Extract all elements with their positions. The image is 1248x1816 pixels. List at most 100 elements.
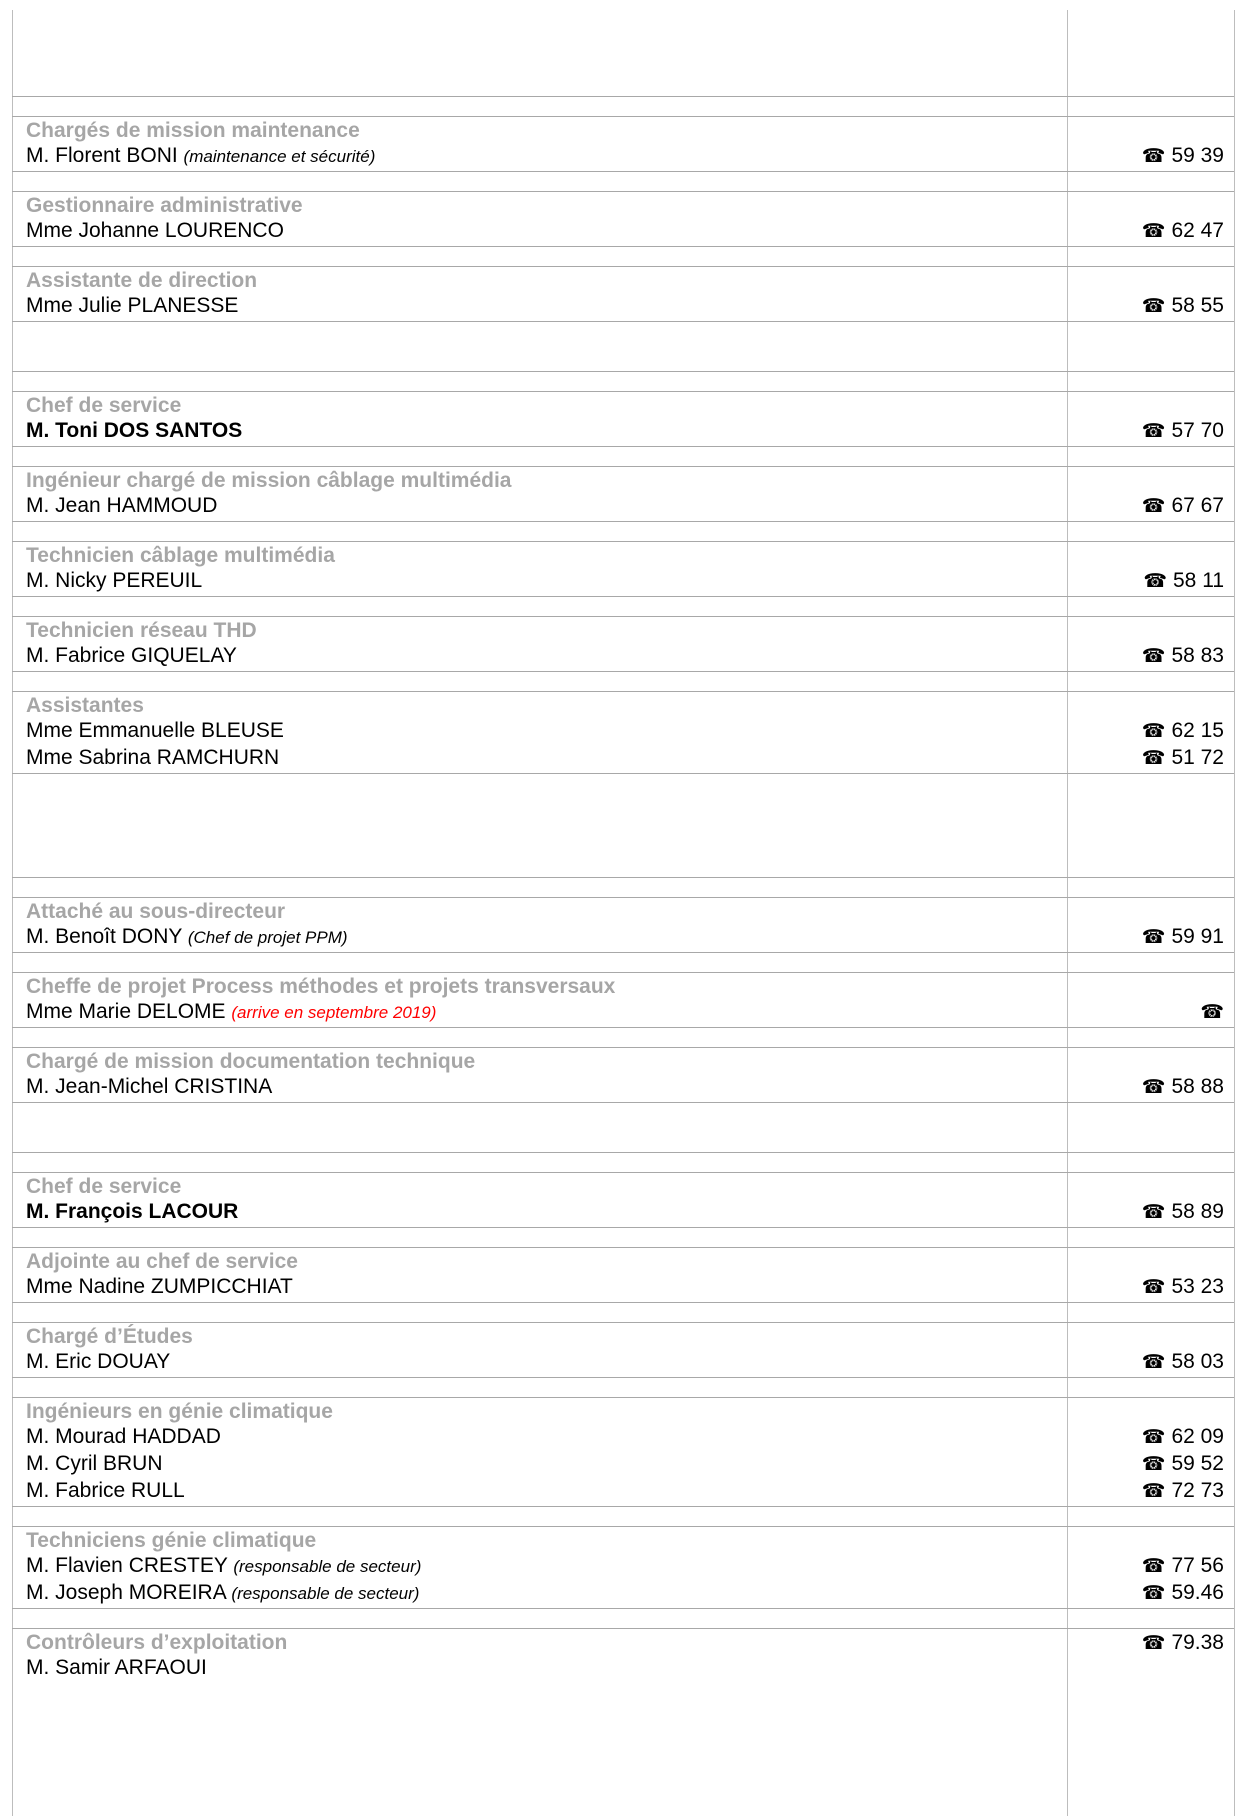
person-name: Mme Johanne LOURENCO [26,219,284,242]
telephone-icon: ☎ [1141,927,1166,948]
phone-extension[interactable]: ☎ 72 73 [1142,1477,1224,1506]
staff-entry: Chef de service M. François LACOUR ☎ 58 89 [12,1172,1234,1227]
person-name: Mme Julie PLANESSE [26,294,239,317]
staff-entry: Chef de service M. Toni DOS SANTOS ☎ 57 70 [12,391,1234,446]
phone-extension[interactable]: ☎ 58 11 [1143,567,1224,596]
phone-extension[interactable]: ☎ 58 03 [1142,1348,1224,1377]
person-name-line: Mme Emmanuelle BLEUSE [26,717,284,745]
staff-entry: Adjointe au chef de service Mme Nadine ZU… [12,1247,1234,1302]
phone-number[interactable]: 79.38 [1171,1631,1224,1654]
spacer-row [12,1227,1234,1247]
phone-number[interactable]: 58 55 [1171,294,1224,317]
phone-extension[interactable]: ☎ 58 88 [1142,1073,1224,1102]
phone-extension[interactable]: ☎ 58 83 [1142,642,1224,671]
spacer-row [12,246,1234,266]
phone-number[interactable]: 58 11 [1173,569,1224,592]
person-name: M. Nicky PEREUIL [26,569,203,592]
person-name: Mme Marie DELOME [26,1000,226,1023]
telephone-icon: ☎ [1141,1454,1166,1475]
role-label: Cheffe de projet Process méthodes et pro… [26,975,616,998]
phone-extension[interactable]: ☎ 59.46 [1142,1579,1224,1608]
phone-number[interactable]: 58 03 [1171,1350,1224,1373]
phone-number[interactable]: 58 88 [1171,1075,1224,1098]
role-label: Chargé d’Études [26,1325,193,1348]
spacer-row [12,1152,1234,1172]
phone-extension[interactable]: ☎ 59 52 [1142,1450,1224,1479]
person-note: (Chef de projet PPM) [187,928,348,947]
phone-extension[interactable]: ☎ 59 91 [1142,923,1224,952]
phone-extension[interactable]: ☎ 62 47 [1142,217,1224,246]
person-name-line: Mme Johanne LOURENCO [26,217,284,245]
person-name: M. Flavien CRESTEY [26,1554,228,1577]
spacer-row [12,1377,1234,1397]
telephone-icon: ☎ [1141,1427,1166,1448]
person-name: M. Eric DOUAY [26,1350,171,1373]
person-name-line: Mme Nadine ZUMPICCHIAT [26,1273,293,1301]
phone-extension[interactable]: ☎ 62 09 [1142,1423,1224,1452]
role-label: Techniciens génie climatique [26,1529,317,1552]
spacer-row [12,1027,1234,1047]
telephone-icon: ☎ [1141,421,1166,442]
telephone-icon: ☎ [1141,1633,1166,1654]
staff-entry: Chargé d’Études M. Eric DOUAY ☎ 58 03 [12,1322,1234,1377]
phone-extension[interactable]: ☎ 59 39 [1142,142,1224,171]
telephone-icon: ☎ [1141,1583,1166,1604]
person-name: M. Samir ARFAOUI [26,1656,207,1679]
role-label: Attaché au sous-directeur [26,900,286,923]
phone-extension[interactable]: ☎ 53 23 [1142,1273,1224,1302]
staff-entry: Ingénieurs en génie climatique M. Mourad … [12,1397,1234,1506]
telephone-icon: ☎ [1141,721,1166,742]
staff-entry: Chargé de mission documentation techniqu… [12,1047,1234,1102]
person-name: M. Florent BONI [26,144,178,167]
phone-number[interactable]: 59 39 [1171,144,1224,167]
person-note: (arrive en septembre 2019) [231,1003,437,1022]
phone-number[interactable]: 58 83 [1171,644,1224,667]
phone-number[interactable]: 57 70 [1171,419,1224,442]
phone-extension[interactable]: ☎ 51 72 [1142,744,1224,773]
phone-extension[interactable]: ☎ [1200,998,1224,1027]
person-name-line: M. Joseph MOREIRA (responsable de secteu… [26,1579,419,1608]
phone-number[interactable]: 72 73 [1171,1479,1224,1502]
role-label: Chef de service [26,1175,182,1198]
role-label: Chargé de mission documentation techniqu… [26,1050,476,1073]
phone-number[interactable]: 59.46 [1171,1581,1224,1604]
person-name: M. Fabrice GIQUELAY [26,644,237,667]
person-name: M. Jean HAMMOUD [26,494,218,517]
phone-extension[interactable]: ☎ 77 56 [1142,1552,1224,1581]
phone-number[interactable]: 58 89 [1171,1200,1224,1223]
role-label: Assistantes [26,694,144,717]
spacer-row [12,446,1234,466]
person-name: M. Benoît DONY [26,925,183,948]
telephone-icon: ☎ [1141,496,1166,517]
phone-number[interactable]: 77 56 [1171,1554,1224,1577]
phone-extension[interactable]: ☎ 79.38 [1142,1629,1224,1658]
phone-extension[interactable]: ☎ 67 67 [1142,492,1224,521]
telephone-icon: ☎ [1141,748,1166,769]
person-name: M. François LACOUR [26,1200,239,1223]
person-name: Mme Emmanuelle BLEUSE [26,719,284,742]
phone-number[interactable]: 62 09 [1171,1425,1224,1448]
telephone-icon: ☎ [1141,646,1166,667]
phone-extension[interactable]: ☎ 58 89 [1142,1198,1224,1227]
staff-entry: Chargés de mission maintenance M. Florent… [12,116,1234,171]
column-divider [1234,10,1235,1816]
role-label: Ingénieurs en génie climatique [26,1400,333,1423]
person-name: M. Joseph MOREIRA [26,1581,226,1604]
phone-extension[interactable]: ☎ 57 70 [1142,417,1224,446]
person-name-line: M. Cyril BRUN [26,1450,163,1478]
person-name: Mme Sabrina RAMCHURN [26,746,280,769]
phone-number[interactable]: 53 23 [1171,1275,1224,1298]
phone-number[interactable]: 62 47 [1171,219,1224,242]
phone-number[interactable]: 51 72 [1171,746,1224,769]
staff-entry: Gestionnaire administrative Mme Johanne L… [12,191,1234,246]
phone-number[interactable]: 62 15 [1171,719,1224,742]
spacer-row [12,596,1234,616]
phone-number[interactable]: 59 91 [1171,925,1224,948]
phone-number[interactable]: 67 67 [1171,494,1224,517]
phone-extension[interactable]: ☎ 58 55 [1142,292,1224,321]
telephone-icon: ☎ [1141,1481,1166,1502]
person-name-line: M. Mourad HADDAD [26,1423,221,1451]
telephone-icon: ☎ [1141,1352,1166,1373]
phone-extension[interactable]: ☎ 62 15 [1142,717,1224,746]
phone-number[interactable]: 59 52 [1171,1452,1224,1475]
